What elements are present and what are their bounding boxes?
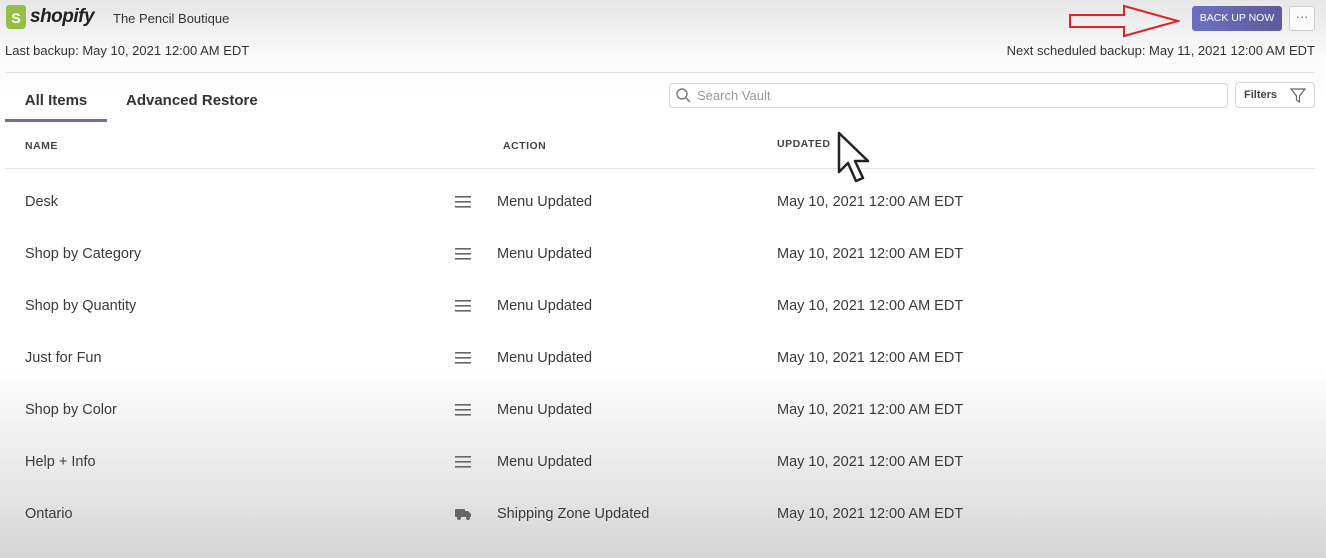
row-name: Help + Info [25,454,96,470]
table-row[interactable]: Shop by Quantity Menu Updated May 10, 20… [0,298,1326,350]
last-backup: Last backup: May 10, 2021 12:00 AM EDT [5,43,250,58]
search-input[interactable] [697,88,1227,103]
menu-icon [455,351,471,369]
next-backup: Next scheduled backup: May 11, 2021 12:0… [1006,43,1315,58]
search-icon [676,88,691,103]
row-updated: May 10, 2021 12:00 AM EDT [777,506,964,522]
row-name: Shop by Color [25,402,117,418]
row-action: Menu Updated [497,454,593,470]
filters-button[interactable]: Filters [1235,82,1315,108]
row-action: Menu Updated [497,350,593,366]
column-header-action[interactable]: ACTION [503,140,546,152]
row-action: Menu Updated [497,246,593,262]
store-name: The Pencil Boutique [113,11,230,26]
logo-text: shopify [30,6,95,27]
row-updated: May 10, 2021 12:00 AM EDT [777,194,964,210]
tab-all-items[interactable]: All Items [5,92,107,122]
shopify-logo: S shopify [6,5,95,29]
tab-advanced-restore[interactable]: Advanced Restore [126,92,258,109]
row-updated: May 10, 2021 12:00 AM EDT [777,246,964,262]
column-header-name[interactable]: NAME [25,140,58,152]
table-row[interactable]: Desk Menu Updated May 10, 2021 12:00 AM … [0,194,1326,246]
row-name: Shop by Quantity [25,298,137,314]
column-header-updated[interactable]: UPDATED [777,138,830,150]
row-name: Ontario [25,506,73,522]
red-arrow-annotation-icon [1069,4,1180,38]
row-name: Desk [25,194,59,210]
row-action: Menu Updated [497,402,593,418]
row-action: Shipping Zone Updated [497,506,650,522]
table-row[interactable]: Ontario Shipping Zone Updated May 10, 20… [0,506,1326,558]
filter-funnel-icon [1290,88,1306,103]
menu-icon [455,455,471,473]
menu-icon [455,247,471,265]
row-name: Shop by Category [25,246,142,262]
row-action: Menu Updated [497,298,593,314]
menu-icon [455,299,471,317]
menu-icon [455,195,471,213]
menu-icon [455,403,471,421]
table-row[interactable]: Shop by Category Menu Updated May 10, 20… [0,246,1326,298]
filters-label: Filters [1244,89,1278,101]
truck-icon [455,507,472,525]
row-updated: May 10, 2021 12:00 AM EDT [777,402,964,418]
row-updated: May 10, 2021 12:00 AM EDT [777,454,964,470]
table-row[interactable]: Help + Info Menu Updated May 10, 2021 12… [0,454,1326,506]
shopify-bag-icon: S [6,5,26,29]
table-row[interactable]: Just for Fun Menu Updated May 10, 2021 1… [0,350,1326,402]
table-row[interactable]: Shop by Color Menu Updated May 10, 2021 … [0,402,1326,454]
more-options-button[interactable]: ··· [1289,6,1315,31]
back-up-now-button[interactable]: BACK UP NOW [1192,6,1282,31]
divider [5,168,1315,169]
row-updated: May 10, 2021 12:00 AM EDT [777,298,964,314]
search-box[interactable] [669,83,1228,108]
divider [5,72,1315,73]
mouse-cursor-icon [837,131,870,183]
row-name: Just for Fun [25,350,102,366]
row-updated: May 10, 2021 12:00 AM EDT [777,350,964,366]
row-action: Menu Updated [497,194,593,210]
